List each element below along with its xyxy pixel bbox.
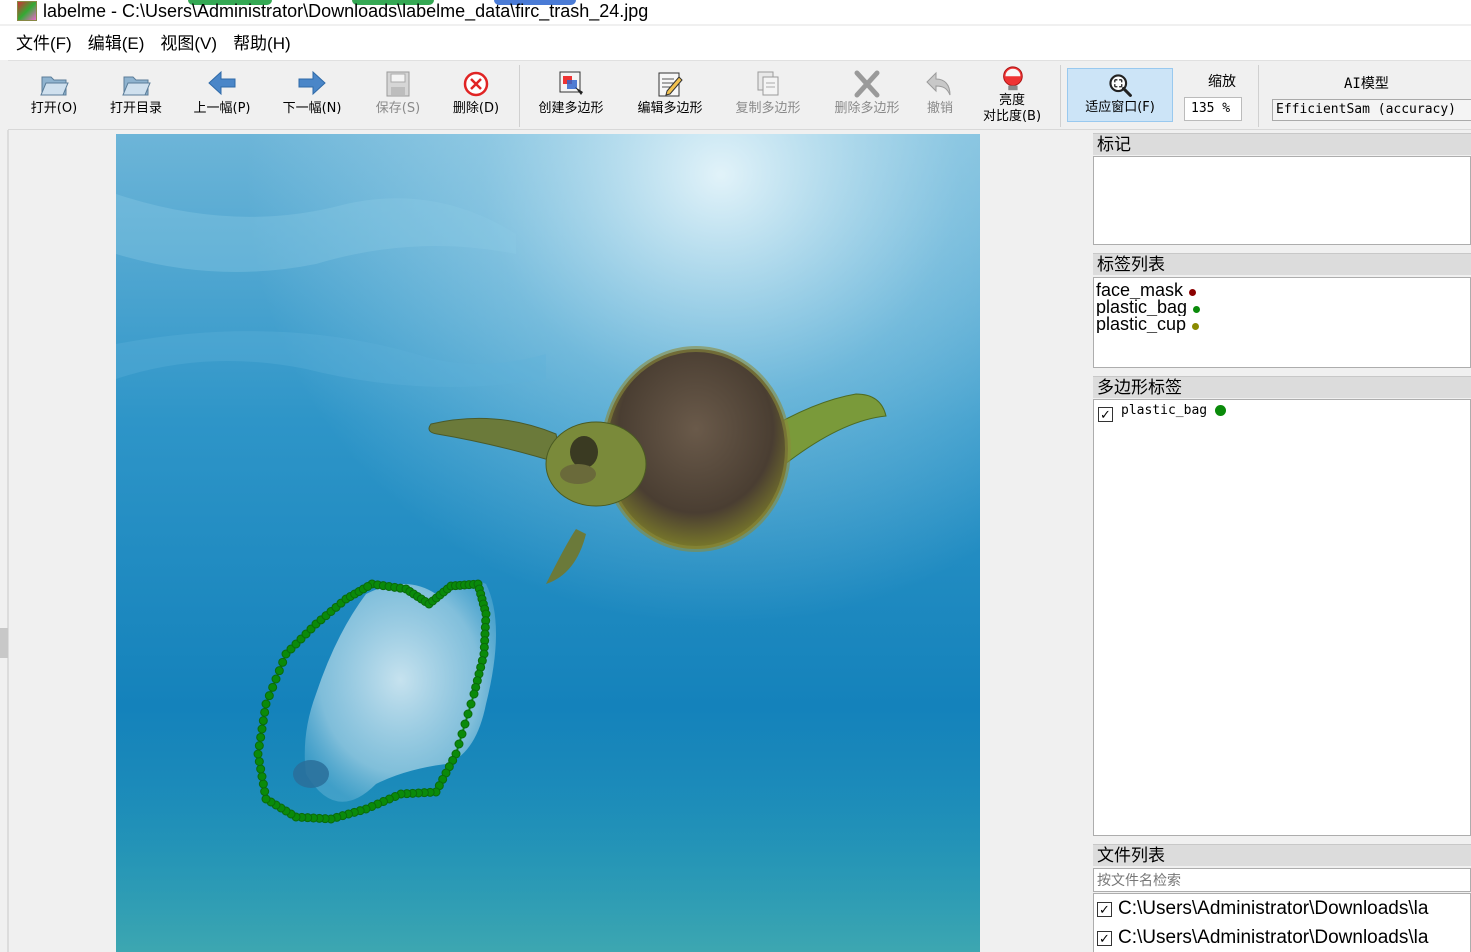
polygon-vertex[interactable] [257, 772, 267, 781]
polygon-vertex[interactable] [258, 779, 268, 789]
save-button[interactable]: 保存(S) [364, 65, 432, 127]
file-list-title: 文件列表 [1093, 844, 1471, 866]
polygon-vertex[interactable] [466, 699, 476, 709]
copy-icon [757, 71, 779, 96]
polygon-list-item[interactable]: ✓ plastic_bag [1094, 403, 1470, 424]
polygon-color-dot [1215, 404, 1227, 416]
file-checkbox[interactable]: ✓ [1097, 901, 1112, 917]
copy-polygon-button[interactable]: 复制多边形 [724, 65, 812, 127]
polygon-vertex[interactable] [463, 709, 473, 719]
zoom-label: 缩放 [1208, 74, 1236, 90]
menu-bar: 文件(F) 编辑(E) 视图(V) 帮助(H) [0, 26, 1471, 60]
title-bar: labelme - C:\Users\Administrator\Downloa… [0, 0, 1471, 24]
brightness-contrast-button[interactable]: 亮度 对比度(B) [972, 65, 1052, 127]
file-checkbox[interactable]: ✓ [1097, 930, 1112, 946]
label-item[interactable]: face_mask [1094, 282, 1470, 299]
label-color-dot [1189, 289, 1197, 296]
edit-pencil-icon [658, 72, 683, 97]
polygon-vertex[interactable] [254, 757, 264, 766]
zoom-spinbox[interactable]: 135 % [1184, 97, 1242, 121]
ai-model-select[interactable]: EfficientSam (accuracy) [1272, 99, 1471, 121]
toolbar-separator [519, 65, 520, 127]
arrow-left-icon [208, 70, 236, 96]
cross-icon [854, 70, 880, 98]
flags-panel-title: 标记 [1093, 133, 1471, 155]
polygon-label-list[interactable]: ✓ plastic_bag [1093, 399, 1471, 836]
folder-open-icon [40, 76, 69, 96]
label-item[interactable]: plastic_bag [1094, 299, 1470, 316]
canvas-image[interactable] [116, 134, 980, 952]
polygon-vertex[interactable] [271, 674, 281, 684]
menu-file[interactable]: 文件(F) [16, 26, 72, 60]
ai-model-label: AI模型 [1344, 76, 1389, 92]
delete-polygon-button[interactable]: 删除多边形 [822, 65, 912, 127]
polygon-vertex[interactable] [264, 691, 274, 701]
polygon-vertex[interactable] [256, 764, 266, 774]
window-title: labelme - C:\Users\Administrator\Downloa… [43, 1, 649, 21]
polygon-vertex[interactable] [253, 749, 263, 759]
polygon-vertex[interactable] [454, 739, 464, 749]
menu-edit[interactable]: 编辑(E) [88, 26, 145, 60]
polygon-vertex[interactable] [261, 699, 271, 709]
polygon-vertex[interactable] [260, 707, 270, 717]
toolbar-separator [1060, 65, 1061, 127]
arrow-right-icon [298, 70, 326, 96]
left-scroll-handle[interactable] [0, 628, 8, 658]
prev-image-button[interactable]: 上一幅(P) [184, 65, 260, 127]
edit-polygon-button[interactable]: 编辑多边形 [626, 65, 714, 127]
next-image-button[interactable]: 下一幅(N) [274, 65, 350, 127]
polygon-vertex[interactable] [256, 732, 266, 742]
fit-window-button[interactable]: 适应窗口(F) [1067, 68, 1173, 122]
zoom-fit-icon [1109, 74, 1132, 97]
save-disk-icon [386, 71, 410, 97]
undo-button[interactable]: 撤销 [918, 65, 962, 127]
brightness-icon [1003, 66, 1023, 91]
polygon-vertex[interactable] [469, 689, 479, 699]
polygon-vertex[interactable] [268, 682, 278, 692]
toolbar-separator [1258, 65, 1259, 127]
label-list-title: 标签列表 [1093, 253, 1471, 275]
polygon-labels-title: 多边形标签 [1093, 376, 1471, 398]
label-color-dot [1193, 306, 1201, 313]
toolbar: 打开(O) 打开目录 上一幅(P) 下一幅(N) 保存(S) 删除(D) 创建多… [8, 60, 1471, 130]
polygon-vertex[interactable] [274, 666, 284, 676]
polygon-vertex[interactable] [363, 582, 373, 591]
create-polygon-button[interactable]: 创建多边形 [528, 65, 614, 127]
menu-view[interactable]: 视图(V) [160, 26, 217, 60]
menu-help[interactable]: 帮助(H) [233, 26, 291, 60]
folder-open-icon [122, 76, 151, 96]
label-list[interactable]: face_mask plastic_bag plastic_cup [1093, 277, 1471, 368]
label-item[interactable]: plastic_cup [1094, 316, 1470, 333]
polygon-visibility-checkbox[interactable]: ✓ [1098, 406, 1113, 422]
file-search-input[interactable]: 按文件名检索 [1093, 868, 1471, 892]
polygon-vertex[interactable] [260, 787, 270, 796]
open-button[interactable]: 打开(O) [20, 65, 88, 127]
polygon-vertex[interactable] [278, 657, 288, 667]
polygon-vertex[interactable] [460, 719, 470, 729]
polygon-vertex[interactable] [457, 729, 467, 739]
polygon-vertex[interactable] [257, 724, 267, 734]
app-logo-icon [17, 1, 37, 21]
polygon-vertex[interactable] [261, 794, 271, 804]
delete-circle-icon [463, 71, 489, 97]
open-dir-button[interactable]: 打开目录 [100, 65, 172, 127]
underwater-turtle-image [116, 134, 980, 952]
flags-panel[interactable] [1093, 156, 1471, 245]
file-list-item[interactable]: ✓ C:\Users\Administrator\Downloads\la [1097, 896, 1428, 922]
polygon-vertex[interactable] [254, 741, 264, 751]
delete-file-button[interactable]: 删除(D) [442, 65, 510, 127]
undo-arrow-icon [926, 71, 951, 96]
create-polygon-icon [559, 71, 583, 95]
label-color-dot [1192, 323, 1200, 330]
polygon-vertex[interactable] [258, 716, 268, 726]
file-list-item[interactable]: ✓ C:\Users\Administrator\Downloads\la [1097, 925, 1428, 951]
